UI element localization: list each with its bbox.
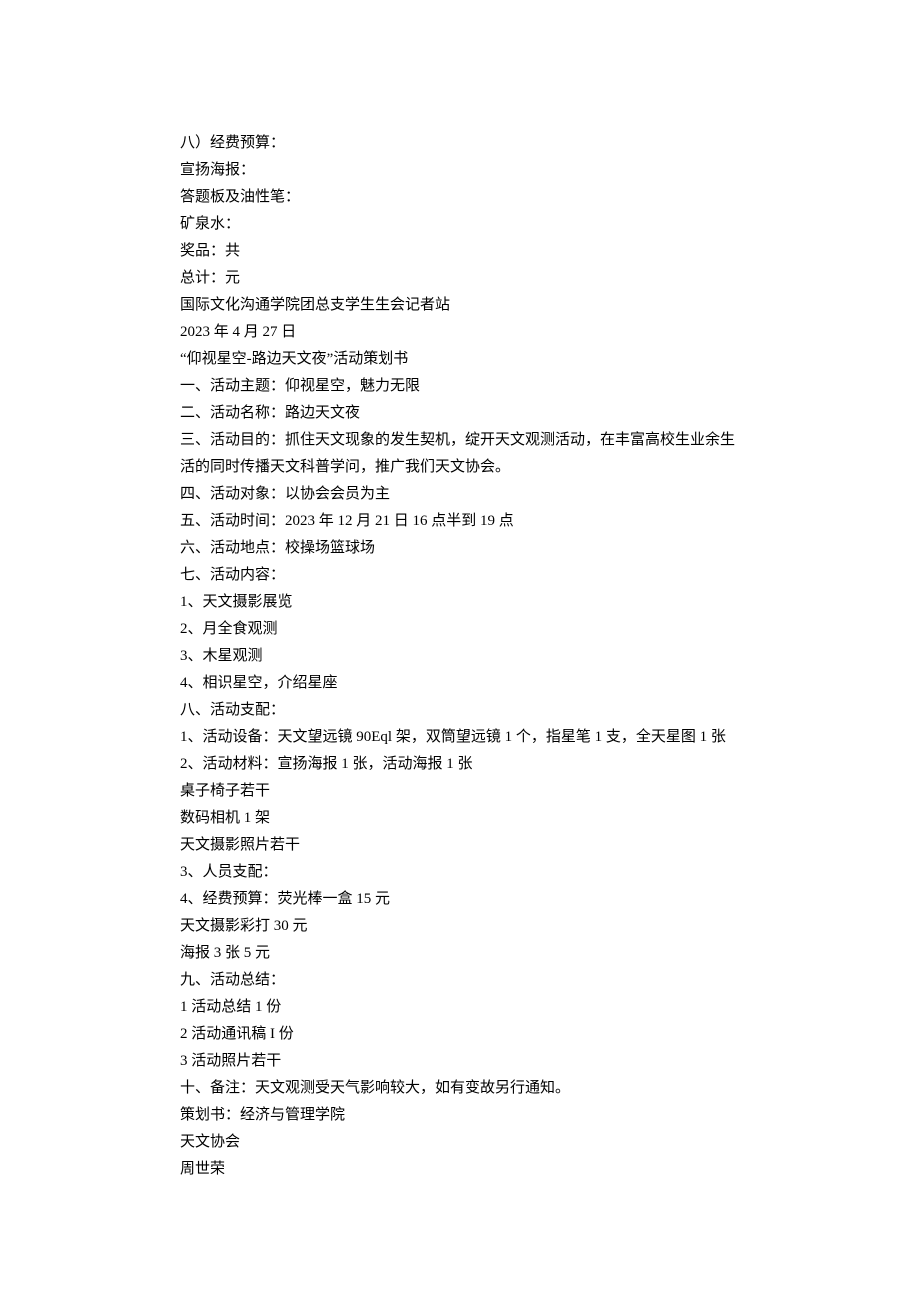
text-line: 2 活动通讯稿 I 份	[180, 1021, 740, 1048]
text-line: 2023 年 4 月 27 日	[180, 319, 740, 346]
text-line: 八、活动支配：	[180, 697, 740, 724]
text-line: 3、人员支配：	[180, 859, 740, 886]
document-page: 八）经费预算： 宣扬海报： 答题板及油性笔： 矿泉水： 奖品：共 总计：元 国际…	[0, 0, 920, 1283]
text-line: 五、活动时间：2023 年 12 月 21 日 16 点半到 19 点	[180, 508, 740, 535]
text-line: 1、活动设备：天文望远镜 90Eql 架，双筒望远镜 1 个，指星笔 1 支，全…	[180, 724, 740, 751]
text-line: 九、活动总结：	[180, 967, 740, 994]
text-line: 策划书：经济与管理学院	[180, 1102, 740, 1129]
text-line: 周世荣	[180, 1156, 740, 1183]
text-line: 3、木星观测	[180, 643, 740, 670]
text-line: “仰视星空-路边天文夜”活动策划书	[180, 346, 740, 373]
text-line: 四、活动对象：以协会会员为主	[180, 481, 740, 508]
text-line: 数码相机 1 架	[180, 805, 740, 832]
text-line: 2、月全食观测	[180, 616, 740, 643]
text-line: 4、相识星空，介绍星座	[180, 670, 740, 697]
text-line: 天文协会	[180, 1129, 740, 1156]
text-line: 三、活动目的：抓住天文现象的发生契机，绽开天文观测活动，在丰富高校生业余生活的同…	[180, 427, 740, 481]
text-line: 奖品：共	[180, 238, 740, 265]
text-line: 答题板及油性笔：	[180, 184, 740, 211]
text-line: 矿泉水：	[180, 211, 740, 238]
text-line: 总计：元	[180, 265, 740, 292]
text-line: 桌子椅子若干	[180, 778, 740, 805]
text-line: 八）经费预算：	[180, 130, 740, 157]
text-line: 二、活动名称：路边天文夜	[180, 400, 740, 427]
text-line: 十、备注：天文观测受天气影响较大，如有变故另行通知。	[180, 1075, 740, 1102]
text-line: 海报 3 张 5 元	[180, 940, 740, 967]
text-line: 3 活动照片若干	[180, 1048, 740, 1075]
text-line: 宣扬海报：	[180, 157, 740, 184]
text-line: 天文摄影彩打 30 元	[180, 913, 740, 940]
text-line: 国际文化沟通学院团总支学生生会记者站	[180, 292, 740, 319]
text-line: 1、天文摄影展览	[180, 589, 740, 616]
text-line: 六、活动地点：校操场篮球场	[180, 535, 740, 562]
text-line: 七、活动内容：	[180, 562, 740, 589]
text-line: 1 活动总结 1 份	[180, 994, 740, 1021]
text-line: 天文摄影照片若干	[180, 832, 740, 859]
text-line: 4、经费预算：荧光棒一盒 15 元	[180, 886, 740, 913]
text-line: 一、活动主题：仰视星空，魅力无限	[180, 373, 740, 400]
text-line: 2、活动材料：宣扬海报 1 张，活动海报 1 张	[180, 751, 740, 778]
